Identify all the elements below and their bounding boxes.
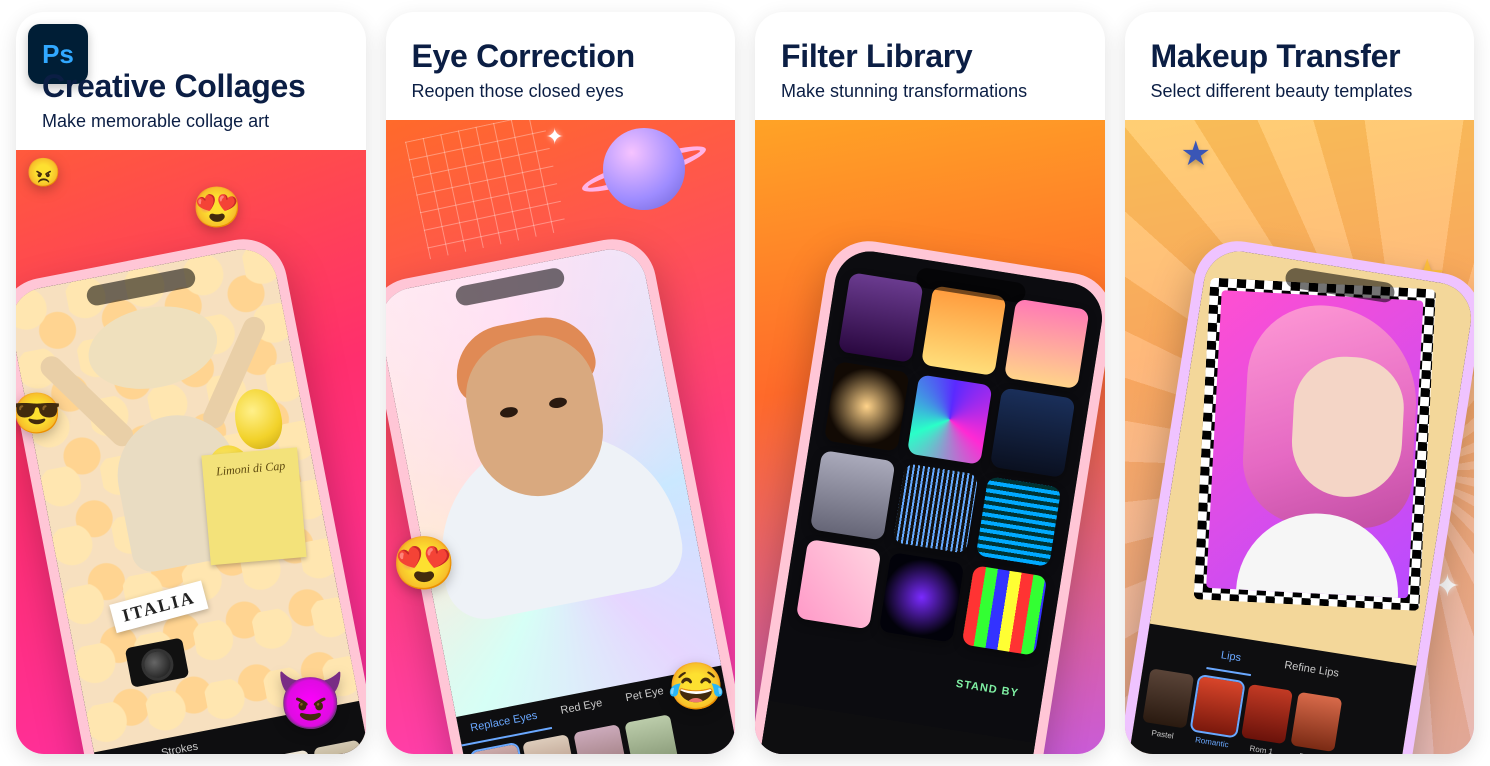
makeup-swatch[interactable]: Pastel — [1143, 668, 1195, 728]
eye-thumb[interactable] — [625, 714, 679, 754]
filter-grid — [787, 272, 1090, 711]
sparkle-icon: ✦ — [546, 124, 564, 150]
swatch-label: Rom 2 — [1288, 750, 1333, 754]
card-subtitle: Select different beauty templates — [1151, 81, 1449, 102]
filter-thumb[interactable] — [879, 552, 965, 643]
filter-thumb[interactable] — [907, 374, 993, 465]
heart-eyes-emoji-icon: 😍 — [192, 184, 242, 231]
angry-emoji-icon: 😠 — [26, 156, 61, 189]
card-hero: ★ ★ ✦ — [1125, 120, 1475, 754]
card-hero: STAND BY ≡ Adjustments ✦ Magic — [755, 120, 1105, 754]
makeup-swatch[interactable]: Romantic — [1192, 676, 1244, 736]
style-thumb[interactable] — [313, 740, 365, 754]
card-subtitle: Make memorable collage art — [42, 111, 340, 132]
card-header: Makeup Transfer Select different beauty … — [1125, 12, 1475, 120]
card-header: Filter Library Make stunning transformat… — [755, 12, 1105, 120]
swatch-label: Rom 1 — [1239, 742, 1284, 754]
card-title: Creative Collages — [42, 68, 340, 105]
smooth-skin-icon: ◐ — [1143, 751, 1166, 754]
card-hero: 😠 😍 😎 😈 Limoni di Cap ITALIA — [16, 150, 366, 754]
kiss-devil-emoji-icon: 😈 — [276, 668, 346, 734]
promo-card-filter-library: Filter Library Make stunning transformat… — [755, 12, 1105, 754]
filter-thumb[interactable] — [961, 565, 1047, 656]
swatch-label: Romantic — [1190, 734, 1235, 750]
promo-card-makeup-transfer: Makeup Transfer Select different beauty … — [1125, 12, 1475, 754]
filter-thumb[interactable] — [976, 476, 1062, 567]
card-hero: ✦ 😍 😂 Replac — [386, 120, 736, 754]
bottom-tools: ≡ Adjustments ✦ Magic ◫ Crop — [755, 752, 1027, 754]
italia-label-sticker: ITALIA — [109, 581, 208, 634]
swatch-label: Pastel — [1140, 727, 1185, 743]
filter-thumb[interactable] — [990, 387, 1076, 478]
eye-thumb[interactable] — [574, 724, 628, 754]
card-subtitle: Reopen those closed eyes — [412, 81, 710, 102]
filter-thumb[interactable] — [824, 361, 910, 452]
star-sticker-icon: ★ — [1181, 134, 1211, 174]
eye-thumb[interactable] — [471, 744, 525, 754]
makeup-swatch[interactable]: Rom 2 — [1291, 692, 1343, 752]
grid-sticker-icon — [405, 120, 567, 259]
screenshot-gallery: Ps Creative Collages Make memorable coll… — [0, 0, 1490, 766]
filter-gallery: STAND BY — [755, 246, 1105, 754]
sunglasses-emoji-icon: 😎 — [16, 390, 62, 437]
checker-frame — [1194, 278, 1437, 611]
joy-emoji-icon: 😂 — [668, 659, 725, 714]
card-header: Creative Collages Make memorable collage… — [16, 12, 366, 150]
heart-eyes-emoji-icon: 😍 — [392, 533, 457, 594]
portrait-subject — [1206, 290, 1423, 598]
camera-sticker-icon — [124, 637, 189, 687]
makeup-swatch[interactable]: Rom 1 — [1241, 684, 1293, 744]
card-title: Filter Library — [781, 38, 1079, 75]
style-thumb[interactable] — [262, 750, 316, 754]
filter-thumb[interactable] — [838, 272, 924, 363]
card-title: Makeup Transfer — [1151, 38, 1449, 75]
promo-card-creative-collages: Ps Creative Collages Make memorable coll… — [16, 12, 366, 754]
card-header: Eye Correction Reopen those closed eyes — [386, 12, 736, 120]
filter-thumb[interactable] — [1004, 299, 1090, 390]
eye-thumb[interactable] — [523, 734, 577, 754]
limoni-label-sticker: Limoni di Cap — [201, 447, 306, 565]
phone-screen: STAND BY ≡ Adjustments ✦ Magic — [755, 246, 1105, 754]
card-title: Eye Correction — [412, 38, 710, 75]
card-subtitle: Make stunning transformations — [781, 81, 1079, 102]
smooth-skin-tool[interactable]: ◐ Smooth Skin — [1128, 749, 1178, 754]
phone-mock: STAND BY ≡ Adjustments ✦ Magic — [755, 235, 1105, 754]
filter-thumb[interactable] — [810, 450, 896, 541]
filter-thumb[interactable] — [796, 539, 882, 630]
promo-card-eye-correction: Eye Correction Reopen those closed eyes … — [386, 12, 736, 754]
filter-thumb[interactable] — [893, 463, 979, 554]
planet-sticker-icon — [589, 120, 699, 224]
